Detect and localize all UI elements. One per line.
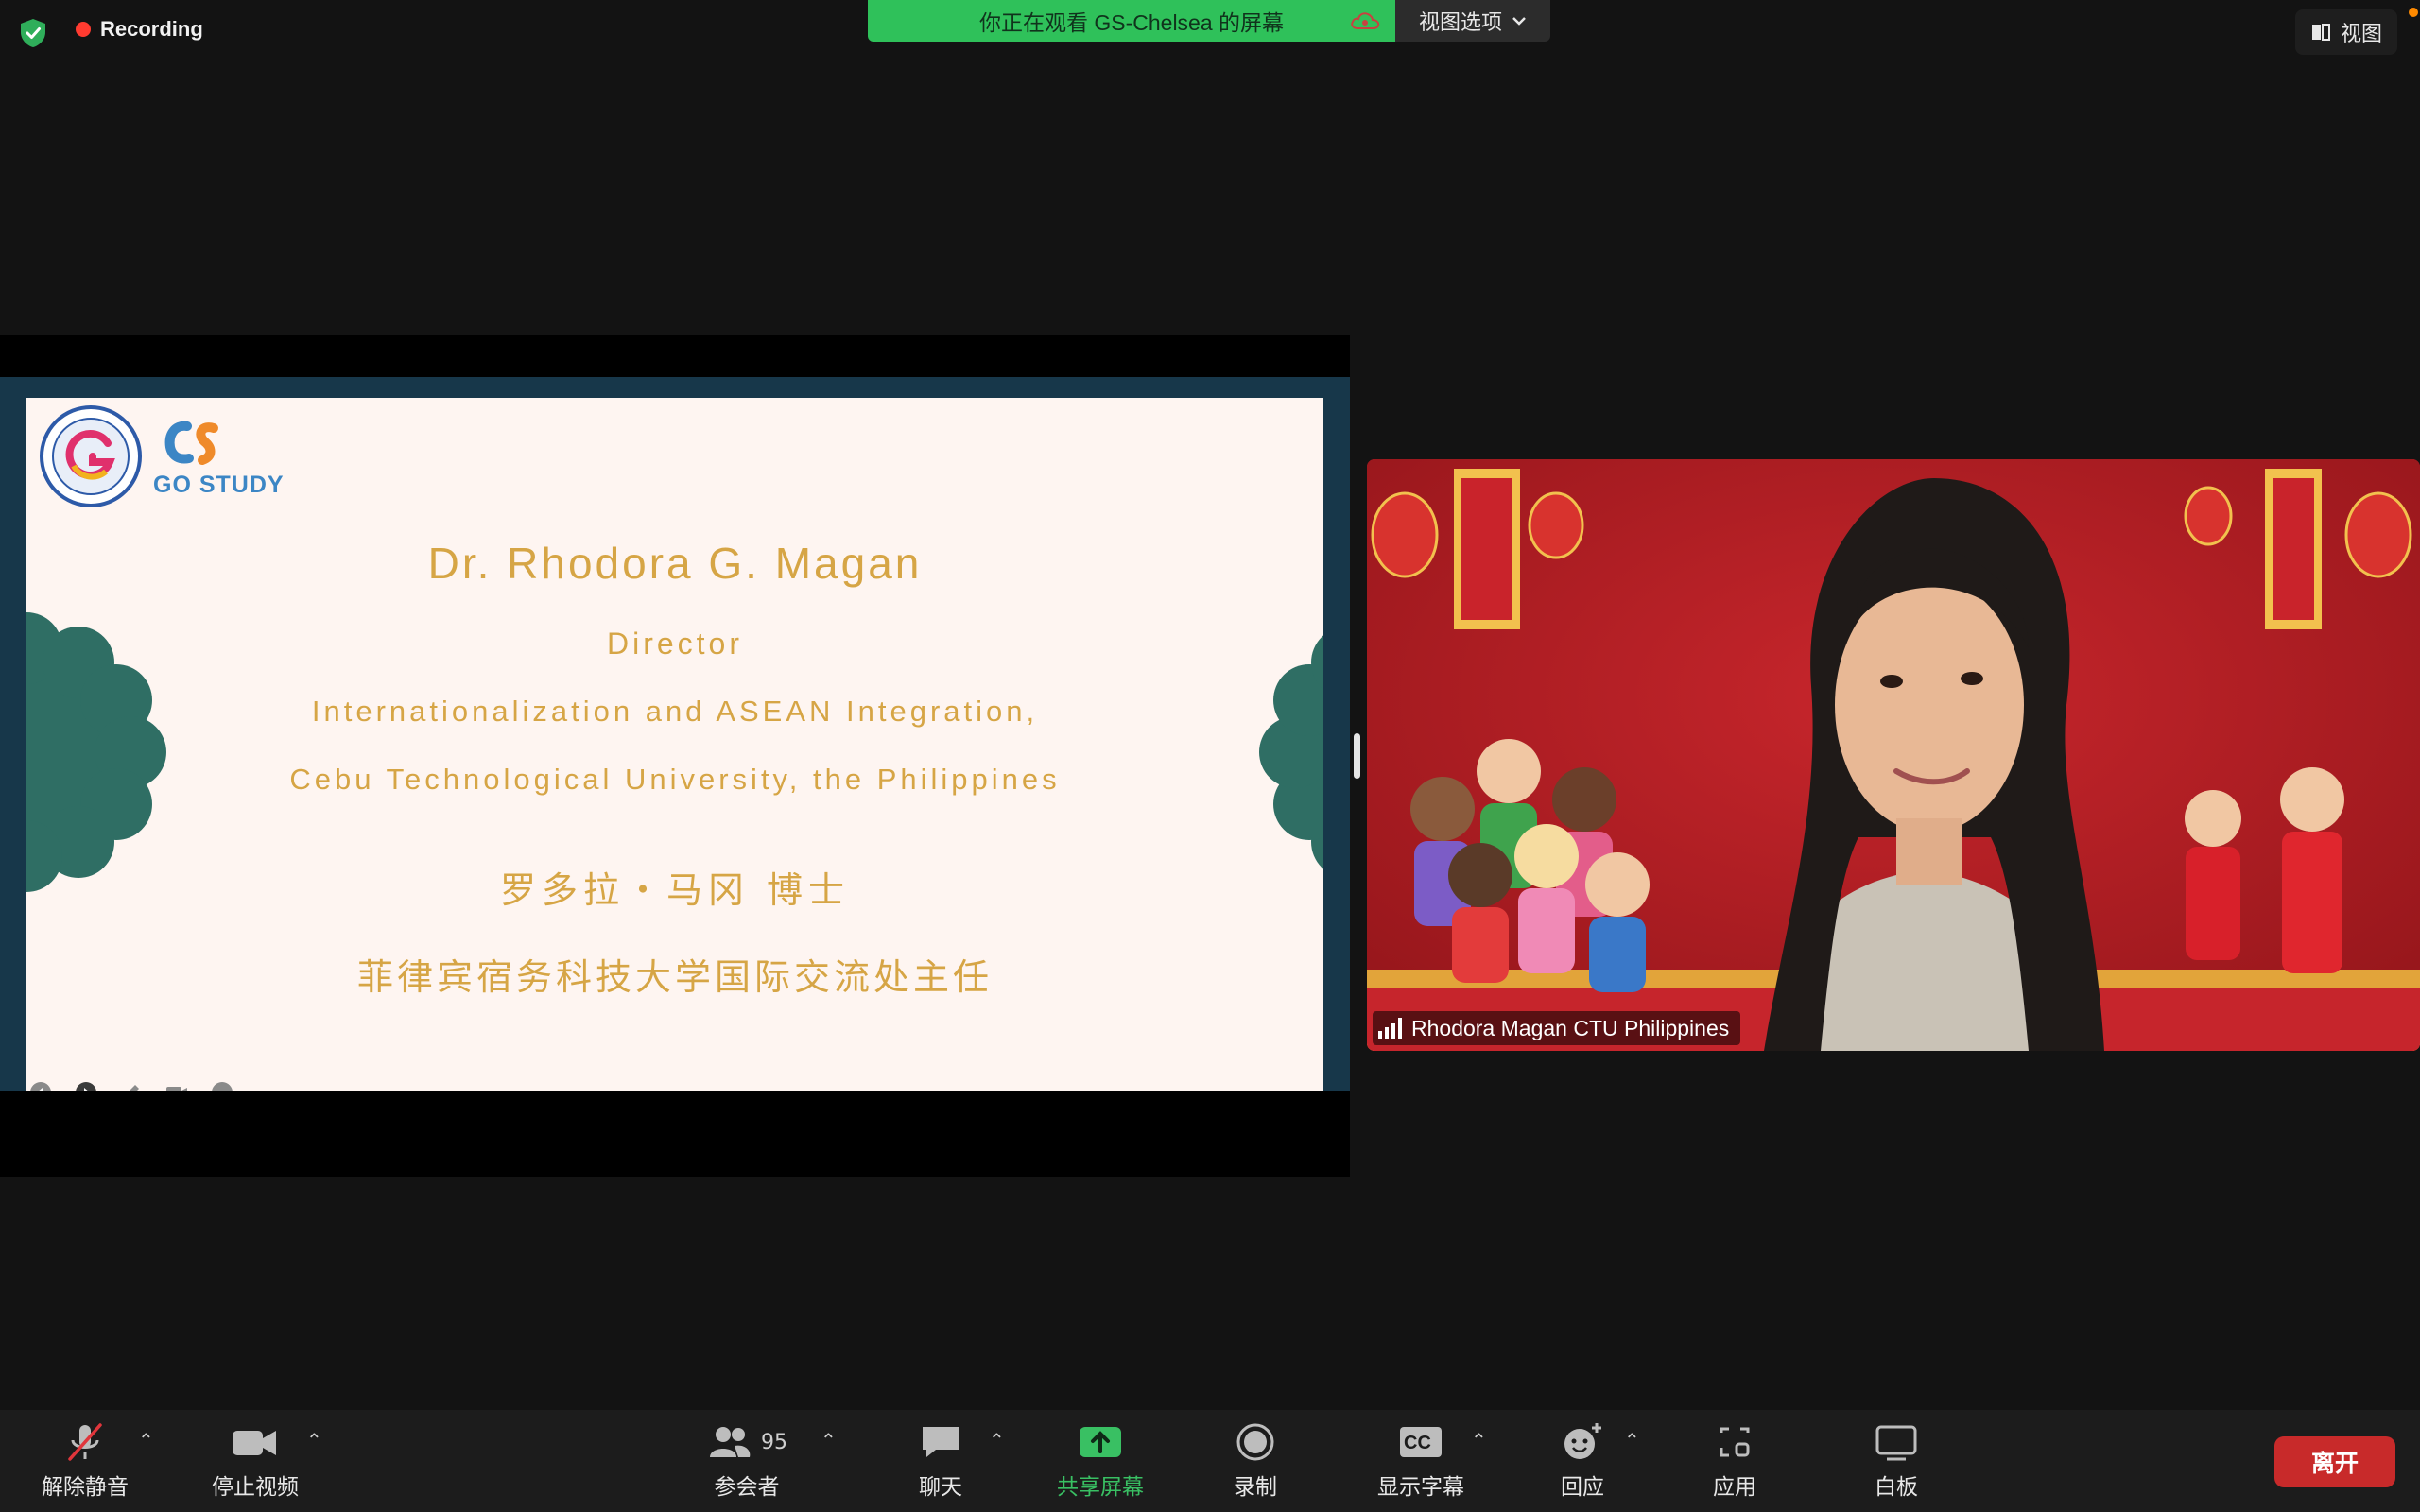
slide-speaker-dept: Internationalization and ASEAN Integrati…	[311, 695, 1039, 728]
participants-label: 参会者	[714, 1475, 780, 1500]
whiteboard-label: 白板	[1875, 1475, 1918, 1500]
chat-options-chevron-icon[interactable]: ⌃	[989, 1429, 1011, 1452]
recording-indicator[interactable]: Recording	[76, 17, 203, 42]
video-options-chevron-icon[interactable]: ⌃	[306, 1429, 329, 1452]
recording-label: Recording	[100, 17, 203, 41]
split-resize-handle[interactable]	[1354, 733, 1360, 779]
participant-name-tag: Rhodora Magan CTU Philippines	[1373, 1011, 1741, 1045]
captions-options-chevron-icon[interactable]: ⌃	[1471, 1429, 1494, 1452]
slide-cn-title: 菲律宾宿务科技大学国际交流处主任	[356, 956, 993, 998]
chat-button[interactable]: 聊天	[884, 1410, 997, 1512]
pen-icon[interactable]	[119, 1080, 144, 1091]
viewing-screen-banner: 你正在观看 GS-Chelsea 的屏幕	[868, 0, 1395, 42]
chevron-down-icon	[1512, 17, 1526, 26]
participants-count: 95	[761, 1430, 787, 1454]
record-icon	[1236, 1423, 1274, 1461]
participants-options-chevron-icon[interactable]: ⌃	[821, 1429, 843, 1452]
stop-video-button[interactable]: 停止视频	[199, 1410, 312, 1512]
layout-icon	[2311, 24, 2330, 41]
meeting-toolbar: 解除静音 ⌃ 停止视频 ⌃ 95 参会者 ⌃ 聊天 ⌃ 共享屏幕 录制 显示字幕…	[0, 1410, 2420, 1512]
slide-frame: GO STUDY Dr. Rhodora G. Magan Director I…	[0, 377, 1350, 1091]
captions-badge: CC	[1404, 1433, 1431, 1453]
slide-speaker-title: Director	[606, 627, 743, 661]
participant-video-image	[1367, 459, 2420, 1051]
reactions-options-chevron-icon[interactable]: ⌃	[1624, 1429, 1647, 1452]
captions-button[interactable]: 显示字幕	[1364, 1410, 1478, 1512]
cloud-recording-icon	[1351, 12, 1380, 29]
record-button[interactable]: 录制	[1199, 1410, 1312, 1512]
leave-label: 离开	[2310, 1450, 2359, 1477]
whiteboard-icon	[1876, 1425, 1917, 1461]
share-screen-label: 共享屏幕	[1057, 1475, 1144, 1500]
viewing-banner-text: 你正在观看 GS-Chelsea 的屏幕	[978, 10, 1285, 35]
participants-button[interactable]: 95 参会者	[695, 1410, 799, 1512]
chat-label: 聊天	[919, 1475, 962, 1500]
view-options-label: 视图选项	[1418, 10, 1502, 34]
microphone-muted-icon	[68, 1423, 102, 1461]
view-options-button[interactable]: 视图选项	[1395, 0, 1550, 42]
signal-strength-icon	[1378, 1018, 1402, 1039]
reactions-label: 回应	[1561, 1475, 1604, 1500]
participant-video-tile[interactable]: Rhodora Magan CTU Philippines	[1367, 459, 2420, 1051]
smiley-reaction-icon	[1564, 1423, 1601, 1459]
share-screen-icon	[1080, 1427, 1121, 1457]
video-camera-icon	[233, 1431, 276, 1455]
apps-label: 应用	[1713, 1475, 1756, 1500]
next-slide-icon[interactable]	[74, 1080, 98, 1091]
slide-cn-name: 罗多拉・马冈 博士	[499, 869, 851, 911]
chat-icon	[923, 1427, 959, 1457]
view-layout-button[interactable]: 视图	[2294, 9, 2397, 55]
shared-screen[interactable]: GO STUDY Dr. Rhodora G. Magan Director I…	[0, 335, 1350, 1177]
audio-options-chevron-icon[interactable]: ⌃	[138, 1429, 161, 1452]
apps-button[interactable]: 应用	[1678, 1410, 1791, 1512]
participant-name: Rhodora Magan CTU Philippines	[1411, 1015, 1730, 1040]
captions-label: 显示字幕	[1377, 1475, 1464, 1500]
whiteboard-button[interactable]: 白板	[1840, 1410, 1953, 1512]
share-screen-button[interactable]: 共享屏幕	[1044, 1410, 1157, 1512]
recording-dot-icon	[76, 22, 91, 37]
stop-video-label: 停止视频	[212, 1475, 299, 1500]
go-study-logo-text: GO STUDY	[153, 472, 285, 498]
participants-icon	[710, 1427, 751, 1457]
institution-seal-logo	[40, 405, 142, 507]
slide-speaker-university: Cebu Technological University, the Phili…	[289, 763, 1061, 796]
previous-slide-icon[interactable]	[28, 1080, 53, 1091]
leave-meeting-button[interactable]: 离开	[2274, 1436, 2395, 1487]
slide-toolbar	[28, 1080, 234, 1091]
unmute-button[interactable]: 解除静音	[28, 1410, 142, 1512]
apps-icon	[1720, 1427, 1750, 1457]
unmute-label: 解除静音	[42, 1475, 129, 1500]
more-options-icon[interactable]	[210, 1080, 234, 1091]
record-label: 录制	[1234, 1475, 1277, 1500]
security-shield-icon[interactable]	[17, 17, 49, 49]
presentation-slide: GO STUDY Dr. Rhodora G. Magan Director I…	[26, 398, 1323, 1091]
view-button-label: 视图	[2340, 22, 2382, 45]
camera-icon[interactable]	[164, 1080, 189, 1091]
slide-speaker-name: Dr. Rhodora G. Magan	[427, 539, 923, 588]
notification-dot	[2409, 8, 2418, 17]
reactions-button[interactable]: 回应	[1526, 1410, 1639, 1512]
